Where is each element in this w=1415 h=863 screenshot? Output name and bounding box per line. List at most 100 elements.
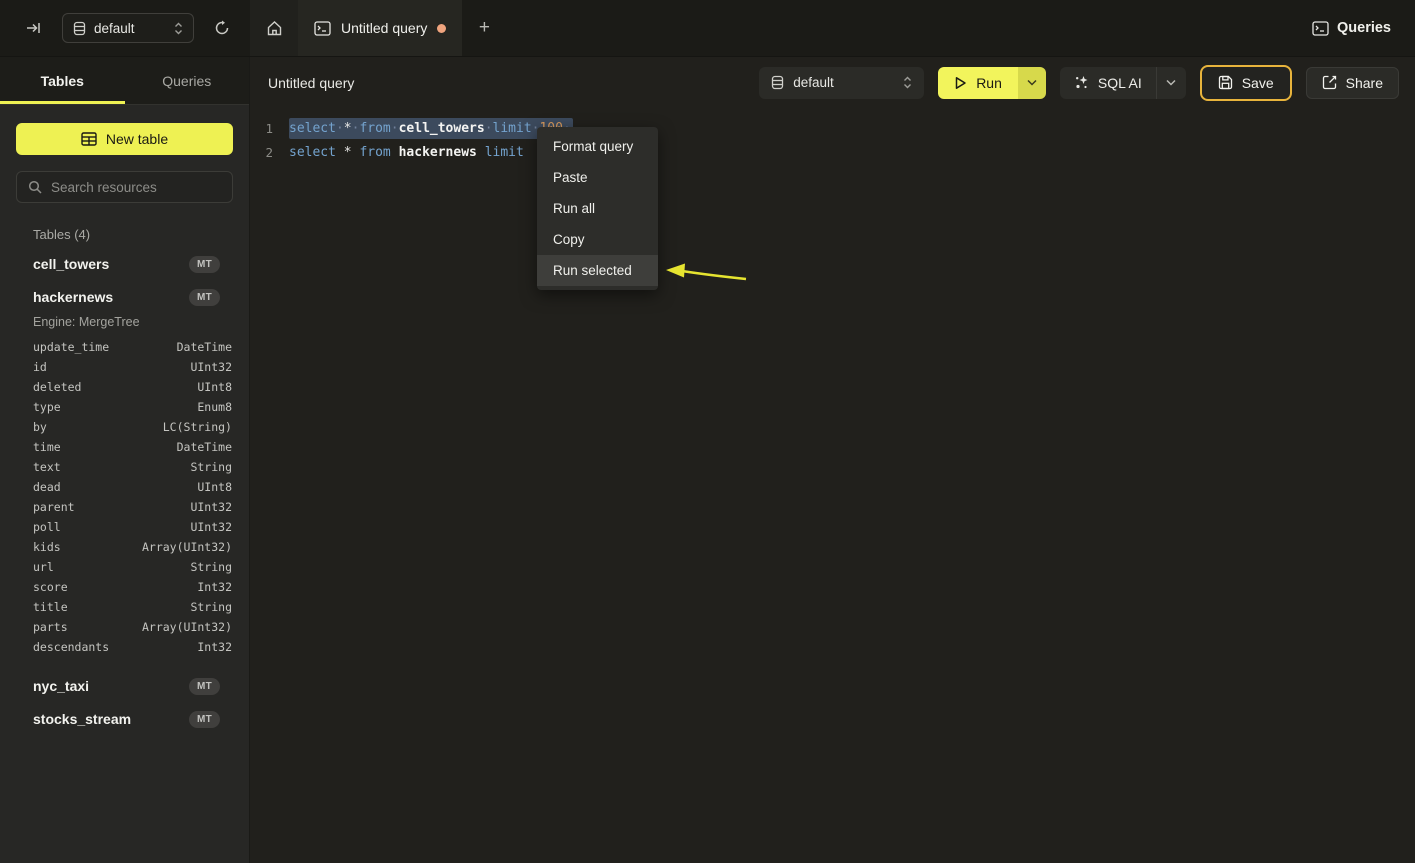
run-options-button[interactable] — [1018, 67, 1046, 99]
table-engine-badge: MT — [189, 711, 220, 728]
query-header: Untitled query default — [250, 57, 1415, 108]
token-kw: limit — [493, 121, 532, 136]
column-type: Int32 — [197, 580, 232, 594]
token-tbl: hackernews — [399, 145, 477, 160]
share-label: Share — [1346, 75, 1383, 91]
code-line[interactable]: 1select·*·from·cell_towers·limit·100· — [250, 116, 1415, 140]
column-row: byLC(String) — [0, 417, 249, 437]
column-name: poll — [33, 520, 61, 534]
table-row[interactable]: nyc_taxiMT — [0, 670, 249, 702]
search-icon — [28, 180, 42, 194]
column-row: time DateTime — [0, 437, 249, 457]
run-button[interactable]: Run — [938, 67, 1018, 99]
column-type: UInt8 — [197, 380, 232, 394]
table-row[interactable]: cell_towersMT — [0, 248, 249, 280]
sql-ai-button[interactable]: SQL AI — [1060, 67, 1156, 99]
topbar-database-value: default — [94, 21, 166, 36]
sidebar-tab-queries[interactable]: Queries — [125, 57, 250, 104]
code-line[interactable]: 2select * from hackernews limit — [250, 140, 1415, 164]
column-name: deleted — [33, 380, 81, 394]
chevron-updown-icon — [903, 76, 912, 89]
new-table-button[interactable]: New table — [16, 123, 233, 155]
column-row: titleString — [0, 597, 249, 617]
column-type: DateTime — [177, 440, 232, 454]
new-table-label: New table — [106, 131, 168, 147]
column-name: score — [33, 580, 68, 594]
refresh-button[interactable] — [208, 14, 236, 42]
share-button[interactable]: Share — [1306, 67, 1399, 99]
app-root: default — [0, 0, 1415, 863]
queries-button[interactable]: Queries — [1300, 0, 1415, 56]
column-row: descendantsInt32 — [0, 637, 249, 657]
save-button[interactable]: Save — [1200, 65, 1292, 101]
code-text: select·*·from·cell_towers·limit·100· — [289, 121, 573, 136]
sidebar-tabs: Tables Queries — [0, 57, 249, 105]
play-icon — [954, 76, 967, 90]
search-box[interactable] — [16, 171, 233, 203]
column-type: Array(UInt32) — [142, 540, 232, 554]
token-tbl: cell_towers — [399, 121, 485, 136]
share-icon — [1322, 75, 1337, 90]
table-row[interactable]: stocks_streamMT — [0, 703, 249, 735]
sparkle-ai-icon — [1074, 75, 1089, 90]
column-type: DateTime — [177, 340, 232, 354]
column-row: pollUInt32 — [0, 517, 249, 537]
column-row: textString — [0, 457, 249, 477]
queries-label: Queries — [1337, 20, 1391, 36]
main-panel: Untitled query default — [250, 57, 1415, 863]
column-type: Enum8 — [197, 400, 232, 414]
menu-item-copy[interactable]: Copy — [537, 224, 658, 255]
token-kw: from — [359, 121, 390, 136]
collapse-sidebar-button[interactable] — [20, 14, 48, 42]
query-title: Untitled query — [268, 75, 759, 91]
column-row: update_timeDateTime — [0, 337, 249, 357]
column-row: parentUInt32 — [0, 497, 249, 517]
collapse-sidebar-icon — [26, 20, 42, 36]
column-name: time — [33, 440, 61, 454]
tab-untitled-query[interactable]: Untitled query — [298, 0, 462, 56]
new-tab-button[interactable]: + — [462, 0, 506, 56]
database-icon — [771, 75, 784, 90]
token-op: * — [344, 145, 352, 160]
database-icon — [73, 21, 86, 36]
menu-item-run-all[interactable]: Run all — [537, 193, 658, 224]
column-name: kids — [33, 540, 61, 554]
menu-item-run-selected[interactable]: Run selected — [537, 255, 658, 286]
column-type: UInt32 — [190, 500, 232, 514]
column-type: Array(UInt32) — [142, 620, 232, 634]
chevron-down-icon — [1027, 79, 1037, 86]
menu-item-format-query[interactable]: Format query — [537, 131, 658, 162]
table-name: stocks_stream — [33, 711, 189, 727]
run-label: Run — [976, 75, 1002, 91]
tabstrip: Untitled query + — [250, 0, 1300, 56]
column-row: deleted UInt8 — [0, 377, 249, 397]
queries-icon — [1312, 21, 1329, 36]
menu-item-paste[interactable]: Paste — [537, 162, 658, 193]
column-type: UInt8 — [197, 480, 232, 494]
query-database-selector[interactable]: default — [759, 67, 924, 99]
sidebar-tab-tables[interactable]: Tables — [0, 57, 125, 104]
table-engine-badge: MT — [189, 678, 220, 695]
table-engine-label: Engine: MergeTree — [0, 313, 249, 337]
table-row[interactable]: hackernewsMT — [0, 281, 249, 313]
topbar-database-selector[interactable]: default — [62, 13, 194, 43]
column-row: dead UInt8 — [0, 477, 249, 497]
column-name: type — [33, 400, 61, 414]
home-button[interactable] — [250, 0, 298, 56]
column-name: dead — [33, 480, 61, 494]
annotation-arrow — [662, 258, 750, 288]
line-number: 2 — [250, 145, 273, 160]
sql-editor[interactable]: 1select·*·from·cell_towers·limit·100·2se… — [250, 108, 1415, 164]
token-op: * — [344, 121, 352, 136]
sql-ai-options-button[interactable] — [1156, 67, 1186, 99]
column-name: title — [33, 600, 68, 614]
sidebar: Tables Queries New table Tables (4) cell… — [0, 57, 250, 863]
column-name: parts — [33, 620, 68, 634]
table-name: nyc_taxi — [33, 678, 189, 694]
column-type: Int32 — [197, 640, 232, 654]
query-tab-icon — [314, 21, 331, 36]
table-name: cell_towers — [33, 256, 189, 272]
search-input[interactable] — [51, 180, 211, 195]
whitespace: · — [391, 121, 399, 136]
column-row: urlString — [0, 557, 249, 577]
